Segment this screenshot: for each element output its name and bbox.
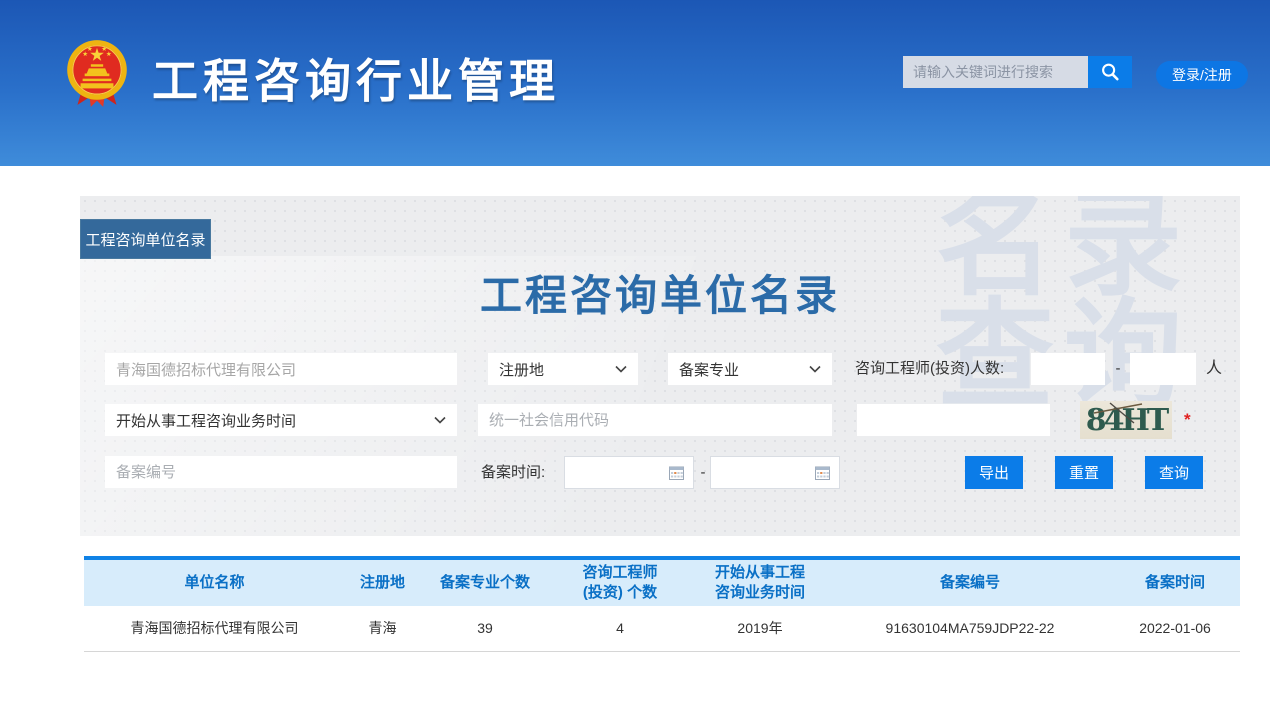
col-header-start-time: 开始从事工程 咨询业务时间 [690, 560, 830, 606]
chevron-down-icon [434, 416, 446, 424]
col-header-record-time: 备案时间 [1110, 560, 1240, 606]
site-title: 工程咨询行业管理 [152, 45, 560, 111]
col-header-specialty-count: 备案专业个数 [420, 560, 550, 606]
required-asterisk: * [1184, 404, 1191, 436]
query-button[interactable]: 查询 [1145, 456, 1203, 489]
table-row: 青海国德招标代理有限公司 青海 39 4 2019年 91630104MA759… [84, 606, 1240, 651]
engineer-count-max-input[interactable] [1130, 353, 1196, 385]
cell-unit-name: 青海国德招标代理有限公司 [84, 606, 345, 651]
engineer-count-min-input[interactable] [1031, 353, 1105, 385]
cell-start-time: 2019年 [690, 606, 830, 651]
record-number-input[interactable] [105, 456, 457, 488]
header: 工程咨询行业管理 登录/注册 [0, 0, 1270, 166]
captcha-input[interactable] [857, 404, 1050, 436]
credit-code-input[interactable] [478, 404, 832, 436]
page-title: 工程咨询单位名录 [80, 262, 1240, 323]
calendar-icon [669, 466, 684, 480]
col-header-unit-name: 单位名称 [84, 560, 345, 606]
captcha-text: 84HT [1086, 403, 1170, 438]
results-table: 单位名称 注册地 备案专业个数 咨询工程师 (投资) 个数 开始从事工程 咨询业… [84, 560, 1240, 652]
engineer-count-label: 咨询工程师(投资)人数: [855, 353, 1004, 385]
col-header-engineer-count: 咨询工程师 (投资) 个数 [550, 560, 690, 606]
keyword-search-input[interactable] [903, 56, 1088, 88]
reset-button[interactable]: 重置 [1055, 456, 1113, 489]
export-button[interactable]: 导出 [965, 456, 1023, 489]
col-header-record-no: 备案编号 [830, 560, 1110, 606]
cell-record-no: 91630104MA759JDP22-22 [830, 606, 1110, 651]
cell-record-time: 2022-01-06 [1110, 606, 1240, 651]
range-dash: - [1111, 353, 1125, 385]
header-search [903, 56, 1132, 88]
tab-directory[interactable]: 工程咨询单位名录 [80, 219, 211, 259]
record-time-from-input[interactable] [564, 456, 694, 489]
start-time-select[interactable]: 开始从事工程咨询业务时间 [105, 404, 457, 436]
chevron-down-icon [809, 365, 821, 373]
chevron-down-icon [615, 365, 627, 373]
person-unit-label: 人 [1206, 353, 1222, 385]
date-range-dash: - [696, 456, 710, 489]
company-name-input[interactable] [105, 353, 457, 385]
cell-engineer-count: 4 [550, 606, 690, 651]
search-button[interactable] [1088, 56, 1132, 88]
login-register-button[interactable]: 登录/注册 [1156, 61, 1248, 89]
captcha-image[interactable]: 84HT [1080, 401, 1172, 439]
directory-panel: 名录 查询 工程咨询单位名录 工程咨询单位名录 注册地 备案专业 咨询工程师(投… [80, 196, 1240, 536]
calendar-icon [815, 466, 830, 480]
page: 工程咨询行业管理 登录/注册 名录 查询 工程咨询单位名录 工程咨询单位名录 注… [0, 0, 1270, 725]
specialty-select[interactable]: 备案专业 [668, 353, 832, 385]
table-header-row: 单位名称 注册地 备案专业个数 咨询工程师 (投资) 个数 开始从事工程 咨询业… [84, 560, 1240, 606]
col-header-region: 注册地 [345, 560, 420, 606]
search-icon [1099, 61, 1121, 83]
cell-region: 青海 [345, 606, 420, 651]
cell-specialty-count: 39 [420, 606, 550, 651]
national-emblem-logo [60, 33, 134, 113]
region-select[interactable]: 注册地 [488, 353, 638, 385]
record-time-to-input[interactable] [710, 456, 840, 489]
results-table-wrap: 单位名称 注册地 备案专业个数 咨询工程师 (投资) 个数 开始从事工程 咨询业… [84, 556, 1240, 652]
record-time-label: 备案时间: [481, 456, 545, 489]
